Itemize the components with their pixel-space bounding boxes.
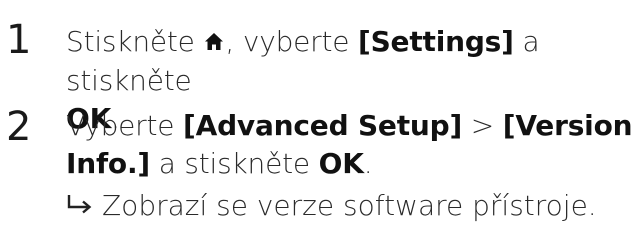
instruction-text: Vyberte — [66, 109, 183, 142]
menu-keyword-advanced-setup: [Advanced Setup] — [183, 109, 463, 142]
instruction-text: Stiskněte — [66, 25, 204, 58]
step-result: Zobrazí se verze software přístroje. — [66, 187, 597, 225]
button-keyword-ok: OK — [318, 147, 364, 180]
instruction-text: , vyberte — [225, 25, 358, 58]
menu-keyword-settings: [Settings] — [357, 25, 514, 58]
step-number: 1 — [6, 17, 32, 63]
step-instruction: Vyberte [Advanced Setup] > [Version Info… — [66, 107, 634, 183]
instruction-text: > — [462, 109, 503, 142]
home-icon — [204, 24, 224, 62]
result-text: Zobrazí se verze software přístroje. — [102, 189, 597, 222]
instruction-text: . — [363, 147, 373, 180]
instruction-text: a stiskněte — [150, 147, 319, 180]
step-number: 2 — [6, 104, 32, 150]
result-arrow-icon — [66, 187, 92, 225]
